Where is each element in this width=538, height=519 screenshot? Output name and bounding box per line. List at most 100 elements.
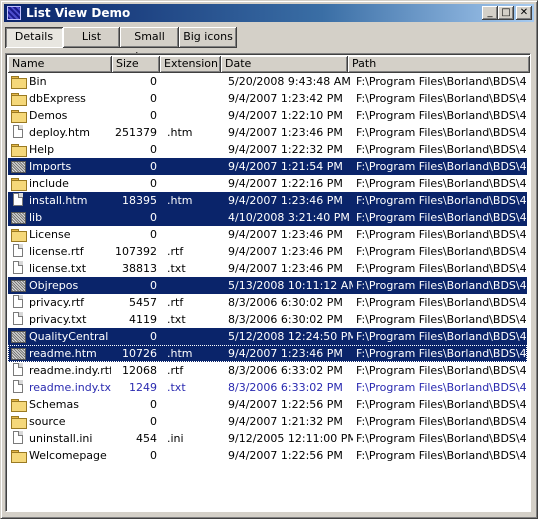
file-icon <box>13 193 23 206</box>
hatched-icon <box>11 331 26 343</box>
item-size: 38813 <box>122 262 157 275</box>
item-path: F:\Program Files\Borland\BDS\4.0\ <box>356 109 526 122</box>
item-size: 0 <box>150 279 157 292</box>
file-list-view[interactable]: Name Size Extension Date Path Bin 0 5/20/2… <box>5 53 531 512</box>
item-size: 0 <box>150 449 157 462</box>
list-item[interactable]: lib 0 4/10/2008 3:21:40 PM F:\Program Files… <box>8 209 527 226</box>
item-date: 9/4/2007 1:22:32 PM <box>228 143 343 156</box>
list-item[interactable]: license.txt 38813 .txt 9/4/2007 1:23:46 PM F… <box>8 260 527 277</box>
item-date: 8/3/2006 6:30:02 PM <box>228 313 343 326</box>
maximize-button[interactable]: □ <box>498 6 514 20</box>
item-path: F:\Program Files\Borland\BDS\4.0\ <box>356 92 526 105</box>
item-path: F:\Program Files\Borland\BDS\4.0\ <box>356 381 526 394</box>
list-item[interactable]: Imports 0 9/4/2007 1:21:54 PM F:\Program Fi… <box>8 158 527 175</box>
column-header-size[interactable]: Size <box>112 56 160 73</box>
column-header-extension[interactable]: Extension <box>160 56 221 73</box>
minimize-button[interactable]: _ <box>482 6 498 20</box>
column-header-date[interactable]: Date <box>221 56 348 73</box>
file-icon <box>13 125 23 138</box>
list-item[interactable]: uninstall.ini 454 .ini 9/12/2005 12:11:00 P… <box>8 430 527 447</box>
item-extension: .rtf <box>167 245 184 258</box>
folder-icon <box>11 399 27 412</box>
list-item[interactable]: readme.htm 10726 .htm 9/4/2007 1:23:46 PM F:… <box>8 345 527 362</box>
item-path: F:\Program Files\Borland\BDS\4.0\ <box>356 228 526 241</box>
tab-list[interactable]: List <box>63 27 120 48</box>
list-item[interactable]: deploy.htm 251379 .htm 9/4/2007 1:23:46 PM F… <box>8 124 527 141</box>
list-item[interactable]: include 0 9/4/2007 1:22:16 PM F:\Program Fi… <box>8 175 527 192</box>
list-item[interactable]: Schemas 0 9/4/2007 1:22:56 PM F:\Program Fi… <box>8 396 527 413</box>
list-item[interactable]: Objrepos 0 5/13/2008 10:11:12 AM F:\Program… <box>8 277 527 294</box>
item-size: 251379 <box>115 126 157 139</box>
app-icon[interactable] <box>7 6 21 20</box>
item-size: 0 <box>150 228 157 241</box>
hatched-icon <box>11 212 26 224</box>
list-item[interactable]: Welcomepage 0 9/4/2007 1:22:56 PM F:\Progra… <box>8 447 527 464</box>
file-icon <box>13 363 23 376</box>
list-item[interactable]: license.rtf 107392 .rtf 9/4/2007 1:23:46 PM… <box>8 243 527 260</box>
item-extension: .htm <box>167 126 193 139</box>
list-item[interactable]: QualityCentral 0 5/12/2008 12:24:50 PM F:\P… <box>8 328 527 345</box>
item-size: 4119 <box>129 313 157 326</box>
list-item[interactable]: privacy.rtf 5457 .rtf 8/3/2006 6:30:02 PM F:… <box>8 294 527 311</box>
item-extension: .htm <box>167 194 193 207</box>
item-date: 9/4/2007 1:23:46 PM <box>228 245 343 258</box>
list-item[interactable]: install.htm 18395 .htm 9/4/2007 1:23:46 PM F… <box>8 192 527 209</box>
hatched-icon <box>11 280 26 292</box>
item-date: 9/4/2007 1:21:54 PM <box>228 160 343 173</box>
item-size: 0 <box>150 75 157 88</box>
item-size: 5457 <box>129 296 157 309</box>
list-item[interactable]: readme.indy.rtf 12068 .rtf 8/3/2006 6:33:02… <box>8 362 527 379</box>
item-size: 107392 <box>115 245 157 258</box>
hatched-icon <box>11 161 26 173</box>
item-name: Schemas <box>29 398 79 411</box>
folder-icon <box>11 93 27 106</box>
item-date: 9/12/2005 12:11:00 PM <box>228 432 353 445</box>
folder-icon <box>11 229 27 242</box>
item-size: 0 <box>150 143 157 156</box>
item-size: 0 <box>150 415 157 428</box>
item-name: readme.indy.rtf <box>29 364 111 377</box>
item-name: Demos <box>29 109 68 122</box>
item-size: 0 <box>150 177 157 190</box>
item-extension: .txt <box>167 313 186 326</box>
list-item[interactable]: Help 0 9/4/2007 1:22:32 PM F:\Program Files… <box>8 141 527 158</box>
item-date: 9/4/2007 1:23:46 PM <box>228 194 343 207</box>
list-item[interactable]: source 0 9/4/2007 1:21:32 PM F:\Program Fil… <box>8 413 527 430</box>
item-size: 10726 <box>122 347 157 360</box>
close-button[interactable]: ✕ <box>516 6 532 20</box>
item-name: install.htm <box>29 194 88 207</box>
column-header-name[interactable]: Name <box>8 56 112 73</box>
list-item[interactable]: dbExpress 0 9/4/2007 1:23:42 PM F:\Program … <box>8 90 527 107</box>
column-header-path[interactable]: Path <box>348 56 530 73</box>
file-icon <box>13 261 23 274</box>
list-item[interactable]: License 0 9/4/2007 1:23:46 PM F:\Program Fi… <box>8 226 527 243</box>
item-name: license.rtf <box>29 245 84 258</box>
item-date: 8/3/2006 6:33:02 PM <box>228 364 343 377</box>
item-extension: .rtf <box>167 296 184 309</box>
list-header: Name Size Extension Date Path <box>8 56 530 73</box>
list-item[interactable]: Bin 0 5/20/2008 9:43:48 AM F:\Program Files… <box>8 73 527 90</box>
list-item[interactable]: privacy.txt 4119 .txt 8/3/2006 6:30:02 PM F:… <box>8 311 527 328</box>
item-name: readme.indy.txt <box>29 381 111 394</box>
file-icon <box>13 295 23 308</box>
item-path: F:\Program Files\Borland\BDS\4.0\ <box>356 296 526 309</box>
folder-icon <box>11 450 27 463</box>
item-size: 12068 <box>122 364 157 377</box>
item-name: Help <box>29 143 55 156</box>
item-path: F:\Program Files\Borland\BDS\4.0\ <box>356 177 526 190</box>
item-date: 9/4/2007 1:21:32 PM <box>228 415 343 428</box>
item-name: Objrepos <box>29 279 79 292</box>
tab-big-icons[interactable]: Big icons <box>179 27 237 48</box>
list-item[interactable]: readme.indy.txt 1249 .txt 8/3/2006 6:33:02 … <box>8 379 527 396</box>
folder-icon <box>11 416 27 429</box>
tab-small-icons[interactable]: Small icons <box>120 27 179 63</box>
item-date: 9/4/2007 1:23:46 PM <box>228 126 343 139</box>
tab-details[interactable]: Details <box>5 27 63 48</box>
file-icon <box>13 380 23 393</box>
item-path: F:\Program Files\Borland\BDS\4.0\ <box>356 245 526 258</box>
item-size: 0 <box>150 398 157 411</box>
item-path: F:\Program Files\Borland\BDS\4.0\ <box>356 330 526 343</box>
list-item[interactable]: Demos 0 9/4/2007 1:22:10 PM F:\Program File… <box>8 107 527 124</box>
title-bar[interactable]: List View Demo _ □ ✕ <box>4 4 534 22</box>
item-extension: .htm <box>167 347 193 360</box>
